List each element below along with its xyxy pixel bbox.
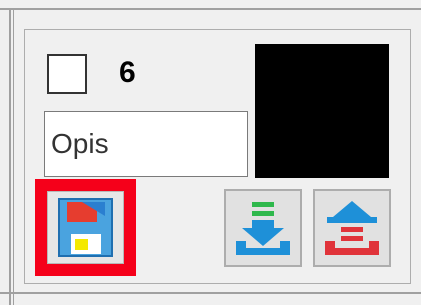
app-canvas: 6 [0, 0, 421, 305]
left-divider-inner [13, 10, 14, 305]
preview-box [255, 44, 389, 178]
move-up-button[interactable] [313, 189, 391, 267]
top-divider [0, 8, 421, 10]
description-input[interactable] [44, 111, 248, 177]
move-up-icon [325, 201, 379, 255]
left-divider [9, 10, 11, 305]
item-checkbox[interactable] [47, 54, 87, 94]
save-button[interactable] [35, 179, 136, 276]
move-down-button[interactable] [224, 189, 302, 267]
save-floppy-icon [58, 198, 113, 257]
item-number: 6 [119, 56, 136, 89]
move-down-icon [236, 202, 290, 255]
bottom-divider [0, 292, 421, 294]
save-button-face [47, 191, 124, 264]
